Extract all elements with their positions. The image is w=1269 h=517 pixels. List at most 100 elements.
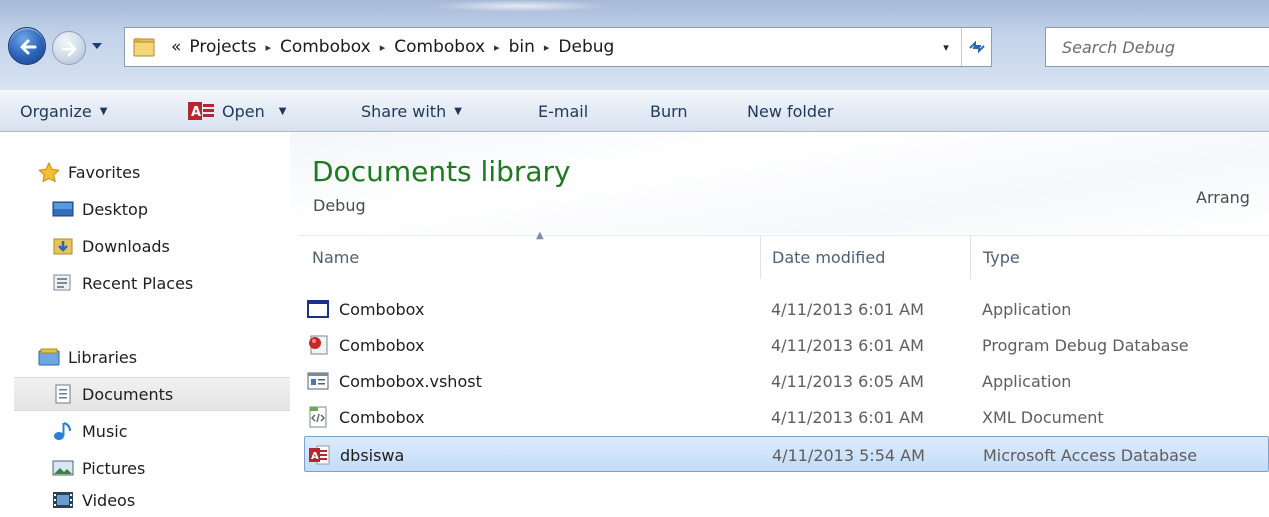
music-icon [54,422,71,440]
documents-icon [55,384,71,404]
nav-item-recent-places[interactable]: Recent Places [52,266,193,300]
file-date: 4/11/2013 6:01 AM [771,299,924,319]
nav-item-label: Recent Places [82,273,194,293]
nav-item-label: Pictures [82,458,146,478]
forward-arrow-icon [61,41,77,57]
pictures-icon [52,460,74,476]
chevron-down-icon: ▾ [943,40,949,54]
nav-item-pictures[interactable]: Pictures [52,451,145,485]
downloads-icon [53,238,73,255]
nav-libraries-label: Libraries [68,347,138,367]
nav-item-music[interactable]: Music [52,414,128,448]
new-folder-label: New folder [747,101,834,121]
column-header-date-modified[interactable]: Date modified [772,233,970,281]
email-button[interactable]: E-mail [538,90,588,132]
file-type: Application [982,299,1072,319]
breadcrumb-debug[interactable]: Debug [554,37,618,57]
breadcrumb-separator-icon[interactable]: ▸ [539,41,555,54]
search-box[interactable] [1045,27,1269,67]
nav-favorites-label: Favorites [68,162,141,182]
star-icon [38,162,60,182]
file-name: Combobox [339,407,425,427]
pdb-icon [309,335,328,355]
vshost-icon [307,372,329,390]
column-header-type[interactable]: Type [983,233,1253,281]
breadcrumb-combobox-inner[interactable]: Combobox [390,37,489,57]
nav-item-documents[interactable]: Documents [14,377,290,411]
table-row[interactable]: Combobox.vshost 4/11/2013 6:05 AM Applic… [304,363,1269,399]
breadcrumb: « Projects ▸ Combobox ▸ Combobox ▸ bin ▸… [167,28,618,66]
burn-label: Burn [650,101,688,121]
breadcrumb-bin[interactable]: bin [505,37,539,57]
column-divider[interactable] [970,235,971,279]
recent-pages-button[interactable] [90,38,104,54]
chevron-down-icon: ▼ [99,105,108,117]
nav-item-videos[interactable]: Videos [52,483,135,517]
share-with-button[interactable]: Share with ▼ [361,90,462,132]
file-name-cell: Combobox [307,327,424,363]
table-row[interactable]: Combobox 4/11/2013 6:01 AM Program Debug… [304,327,1269,363]
file-name-cell: Combobox [307,399,424,435]
breadcrumb-separator-icon[interactable]: ▸ [489,41,505,54]
burn-button[interactable]: Burn [650,90,688,132]
file-type: Program Debug Database [982,335,1189,355]
file-name: Combobox.vshost [339,371,482,391]
recent-places-icon [53,274,71,291]
navigation-pane: Favorites Desktop Downloads Recent Place… [0,133,290,517]
library-subtitle: Debug [313,196,366,215]
breadcrumb-separator-icon[interactable]: ▸ [375,41,391,54]
xml-icon [309,406,327,428]
access-icon: A [188,102,214,120]
file-name: Combobox [339,335,425,355]
nav-item-downloads[interactable]: Downloads [52,229,170,263]
column-header-name[interactable]: Name [312,233,760,281]
open-label: Open [222,101,265,121]
search-input[interactable] [1046,28,1269,66]
back-button[interactable] [8,27,46,65]
file-name-cell: A dbsiswa [308,437,404,473]
file-type: Application [982,371,1072,391]
address-bar[interactable]: « Projects ▸ Combobox ▸ Combobox ▸ bin ▸… [124,27,992,67]
breadcrumb-separator-icon[interactable]: ▸ [260,41,276,54]
nav-item-desktop[interactable]: Desktop [52,192,148,226]
organize-button[interactable]: Organize ▼ [20,90,107,132]
table-row-selected[interactable]: A dbsiswa 4/11/2013 5:54 AM Microsoft Ac… [304,436,1269,472]
chevron-down-icon: ▼ [454,105,462,117]
table-row[interactable]: Combobox 4/11/2013 6:01 AM Application [304,291,1269,327]
chevron-down-icon: ▼ [278,105,287,117]
application-icon [307,300,329,318]
address-history-dropdown[interactable]: ▾ [931,28,961,66]
folder-icon [133,38,155,57]
file-name: Combobox [339,299,425,319]
address-bar-region: « Projects ▸ Combobox ▸ Combobox ▸ bin ▸… [0,0,1269,90]
back-arrow-icon [20,39,37,55]
breadcrumb-combobox[interactable]: Combobox [276,37,375,57]
breadcrumb-overflow[interactable]: « [167,37,185,57]
desktop-icon [52,201,74,217]
file-date: 4/11/2013 6:01 AM [771,407,924,427]
nav-item-label: Desktop [82,199,148,219]
refresh-button[interactable] [961,28,991,66]
new-folder-button[interactable]: New folder [747,90,833,132]
nav-item-label: Videos [82,490,136,510]
file-date: 4/11/2013 5:54 AM [772,445,925,465]
file-name: dbsiswa [340,445,405,465]
nav-libraries[interactable]: Libraries [38,340,137,374]
svg-text:A: A [191,105,201,120]
file-list-pane: Documents library Debug Arrang ▲ Name Da… [290,133,1269,517]
open-button[interactable]: A Open ▼ [188,90,286,132]
breadcrumb-projects[interactable]: Projects [185,37,260,57]
file-name-cell: Combobox.vshost [307,363,482,399]
nav-item-label: Music [82,421,128,441]
videos-icon [53,492,73,508]
column-divider[interactable] [760,235,761,279]
table-row[interactable]: Combobox 4/11/2013 6:01 AM XML Document [304,399,1269,435]
file-date: 4/11/2013 6:05 AM [771,371,924,391]
file-type: XML Document [982,407,1104,427]
file-name-cell: Combobox [307,291,424,327]
nav-item-label: Documents [82,384,174,404]
svg-text:A: A [311,451,319,462]
nav-favorites[interactable]: Favorites [38,155,140,189]
forward-button[interactable] [52,31,86,65]
arrange-by-dropdown[interactable]: Arrang [1196,188,1250,207]
